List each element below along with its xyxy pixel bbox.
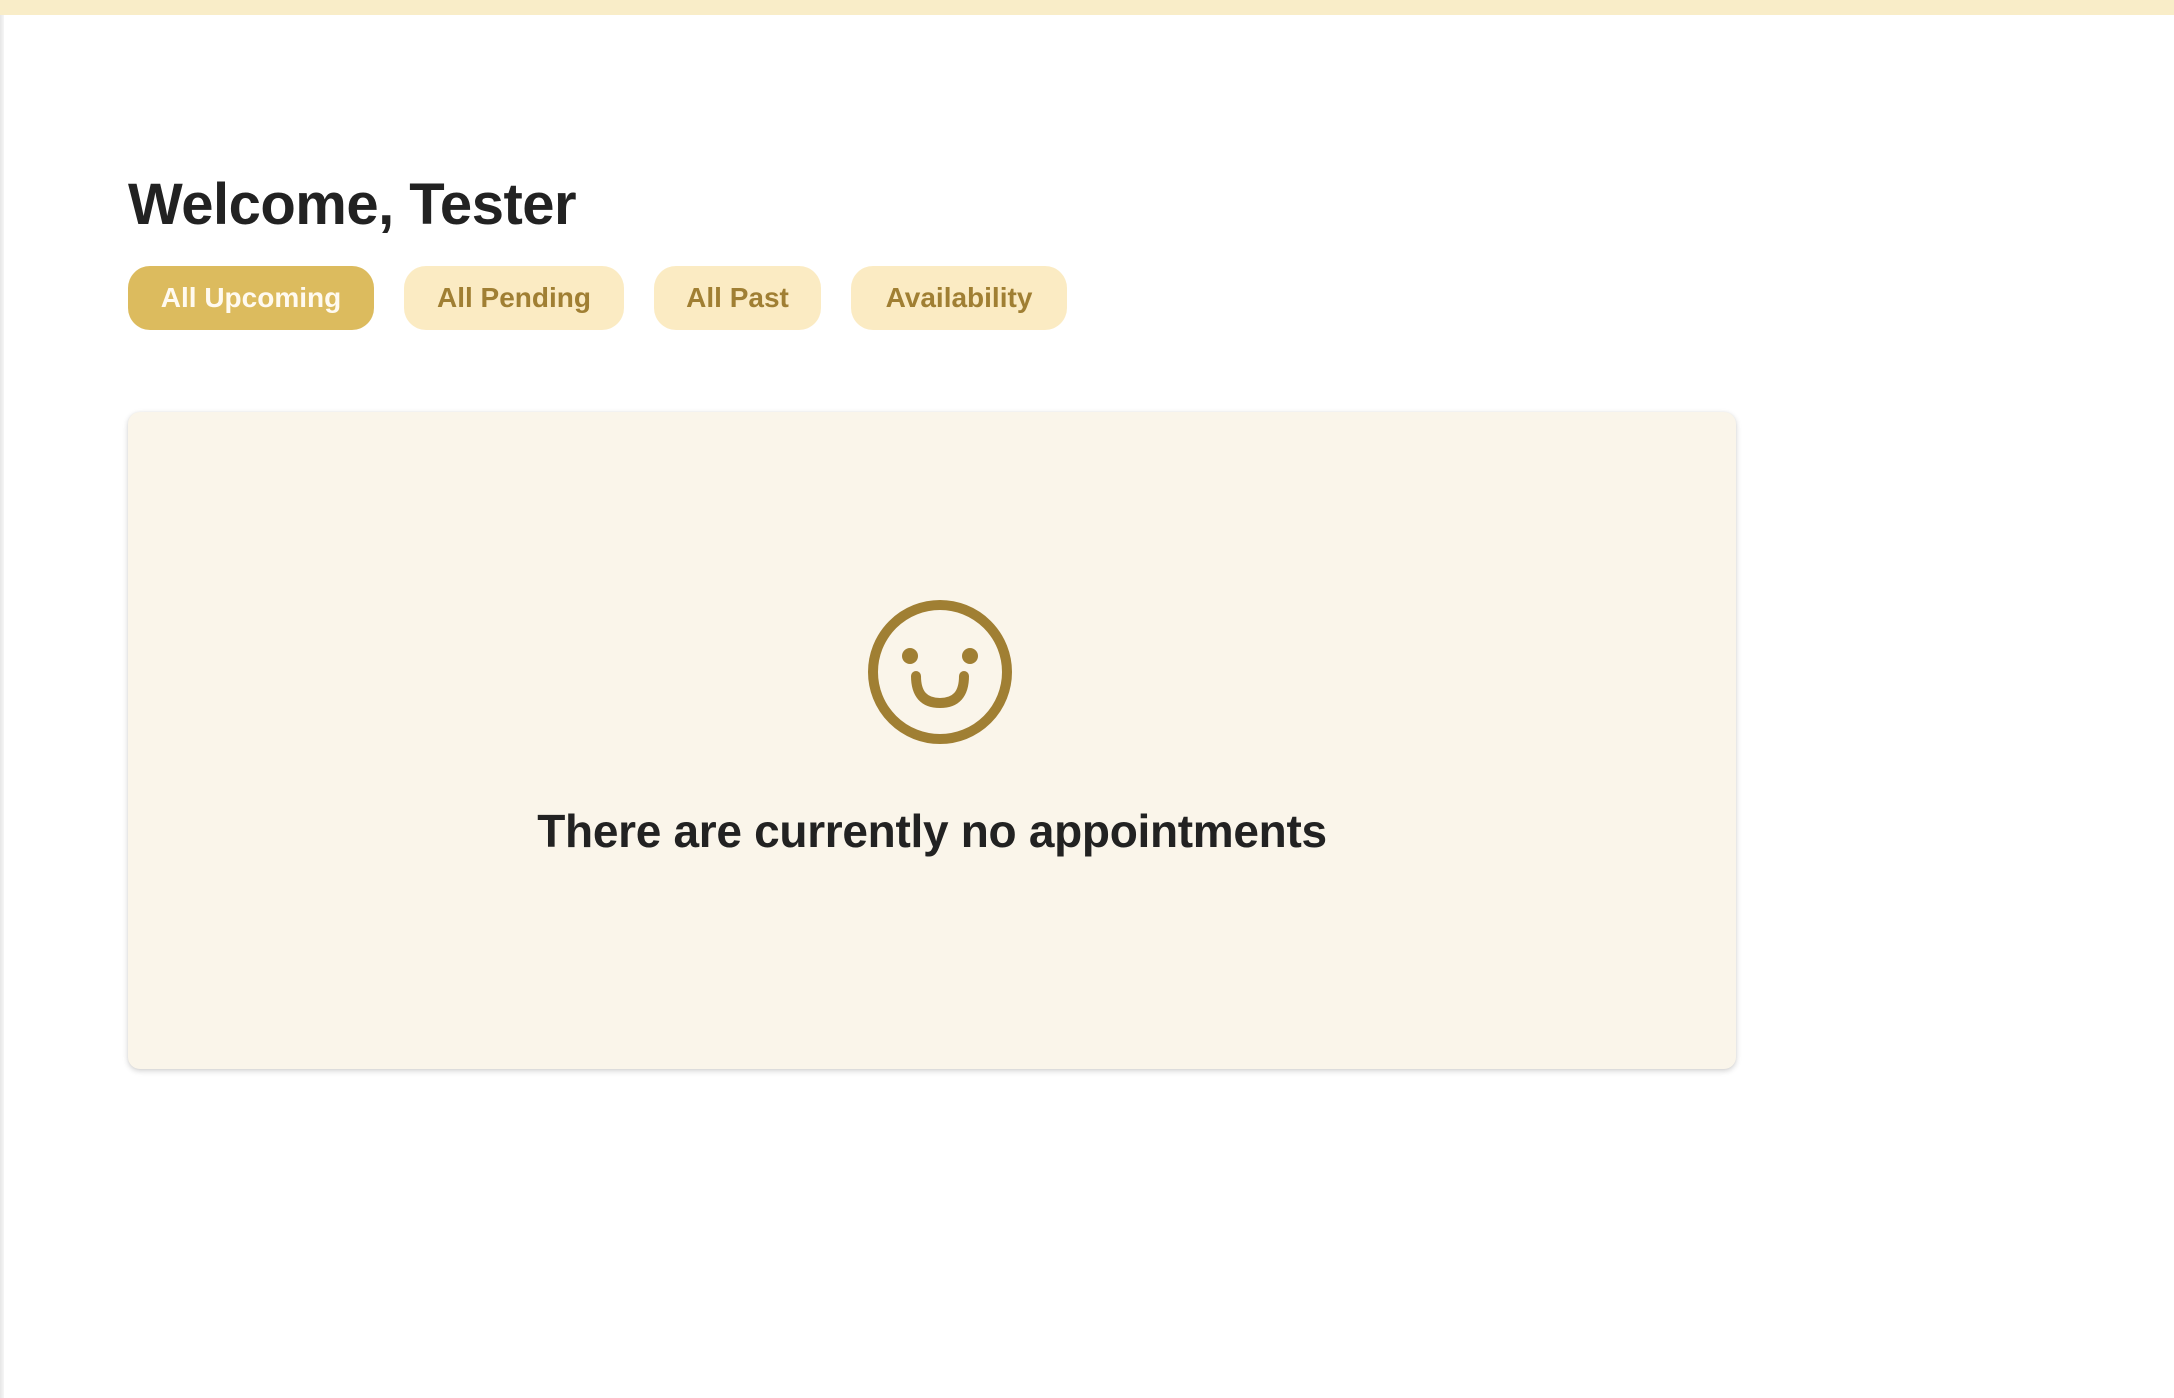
page-title: Welcome, Tester bbox=[128, 172, 577, 237]
left-edge-divider bbox=[0, 15, 4, 1398]
empty-state-card: There are currently no appointments bbox=[128, 412, 1736, 1069]
tab-all-past[interactable]: All Past bbox=[654, 266, 821, 330]
tab-availability[interactable]: Availability bbox=[851, 266, 1067, 330]
tab-all-upcoming[interactable]: All Upcoming bbox=[128, 266, 374, 330]
tab-all-pending[interactable]: All Pending bbox=[404, 266, 624, 330]
smile-icon bbox=[868, 600, 1012, 744]
dashboard-main: Welcome, Tester All Upcoming All Pending… bbox=[128, 168, 1067, 330]
appointment-tabs: All Upcoming All Pending All Past Availa… bbox=[128, 266, 1067, 330]
top-bar bbox=[0, 0, 2174, 15]
empty-state-message: There are currently no appointments bbox=[537, 805, 1327, 857]
